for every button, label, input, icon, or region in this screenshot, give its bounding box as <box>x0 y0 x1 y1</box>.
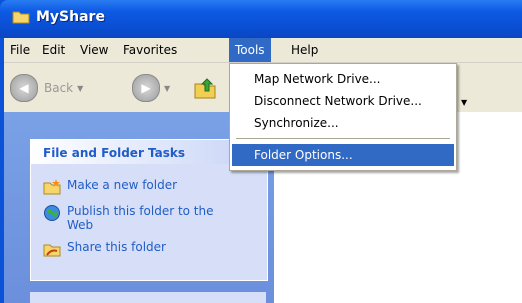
menu-item-folder-options[interactable]: Folder Options... <box>232 144 454 166</box>
menu-bar: File Edit View Favorites Tools Help <box>4 38 522 63</box>
menu-help[interactable]: Help <box>285 38 324 62</box>
tools-menu-dropdown: Map Network Drive... Disconnect Network … <box>229 63 457 171</box>
menu-item-synchronize[interactable]: Synchronize... <box>232 112 454 134</box>
views-dropdown-icon[interactable]: ▼ <box>461 98 467 107</box>
forward-arrow-icon: ▶ <box>132 74 160 102</box>
task-panel-title: File and Folder Tasks <box>43 146 186 160</box>
menu-edit[interactable]: Edit <box>36 38 71 62</box>
back-button[interactable]: ◀ Back ▼ <box>10 73 83 103</box>
window-title: MyShare <box>36 9 105 25</box>
window-client: File Edit View Favorites Tools Help ◀ Ba… <box>4 38 522 303</box>
title-bar[interactable]: MyShare <box>0 0 522 38</box>
task-publish-to-web[interactable]: Publish this folder to the Web <box>43 204 263 232</box>
up-folder-button[interactable] <box>192 73 218 103</box>
window-frame: MyShare File Edit View Favorites Tools H… <box>0 0 522 303</box>
menu-item-disconnect-network-drive[interactable]: Disconnect Network Drive... <box>232 90 454 112</box>
share-folder-icon <box>43 244 61 257</box>
back-arrow-icon: ◀ <box>10 74 38 102</box>
task-list: Make a new folder Publish this folder to… <box>43 178 263 266</box>
back-label: Back <box>44 81 74 95</box>
task-label: Share this folder <box>67 240 166 254</box>
task-share-folder[interactable]: Share this folder <box>43 240 263 258</box>
up-folder-icon <box>194 78 216 99</box>
folder-icon <box>12 11 30 24</box>
new-folder-icon <box>43 179 61 195</box>
menu-file[interactable]: File <box>4 38 36 62</box>
task-make-new-folder[interactable]: Make a new folder <box>43 178 263 196</box>
menu-favorites[interactable]: Favorites <box>117 38 183 62</box>
task-label: Make a new folder <box>67 178 178 192</box>
menu-separator <box>236 138 450 139</box>
menu-tools[interactable]: Tools <box>229 38 271 62</box>
next-task-panel <box>30 292 266 303</box>
chevron-down-icon: ▼ <box>164 83 171 93</box>
globe-icon <box>44 205 60 221</box>
menu-view[interactable]: View <box>74 38 114 62</box>
forward-button[interactable]: ▶ ▼ <box>132 73 170 103</box>
menu-item-map-network-drive[interactable]: Map Network Drive... <box>232 68 454 90</box>
task-label: Publish this folder to the Web <box>67 204 214 232</box>
chevron-down-icon: ▼ <box>77 83 84 93</box>
